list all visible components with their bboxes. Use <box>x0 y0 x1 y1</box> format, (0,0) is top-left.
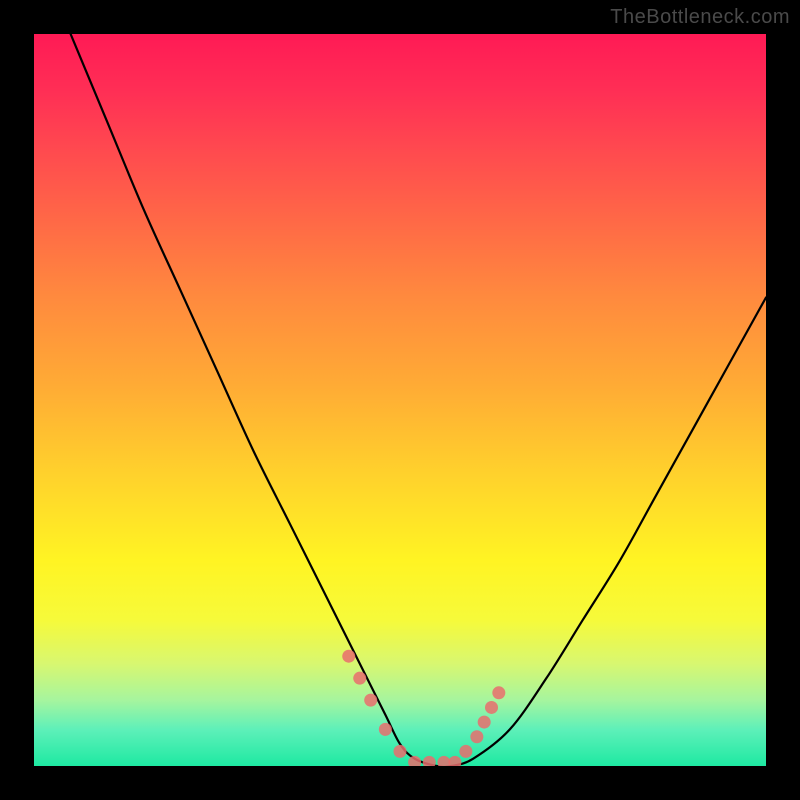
bottleneck-curve <box>71 34 766 766</box>
chart-frame: TheBottleneck.com <box>0 0 800 800</box>
curve-marker <box>342 650 355 663</box>
curve-marker <box>408 756 421 766</box>
curve-marker <box>459 745 472 758</box>
watermark-text: TheBottleneck.com <box>610 6 790 29</box>
curve-marker <box>485 701 498 714</box>
curve-marker <box>379 723 392 736</box>
curve-marker <box>470 730 483 743</box>
curve-layer <box>34 34 766 766</box>
curve-marker <box>423 756 436 766</box>
curve-marker <box>394 745 407 758</box>
curve-marker <box>478 716 491 729</box>
curve-marker <box>353 672 366 685</box>
curve-marker <box>364 694 377 707</box>
plot-area <box>34 34 766 766</box>
curve-marker <box>448 756 461 766</box>
curve-marker <box>437 756 450 766</box>
curve-marker <box>492 686 505 699</box>
curve-markers <box>342 650 505 766</box>
